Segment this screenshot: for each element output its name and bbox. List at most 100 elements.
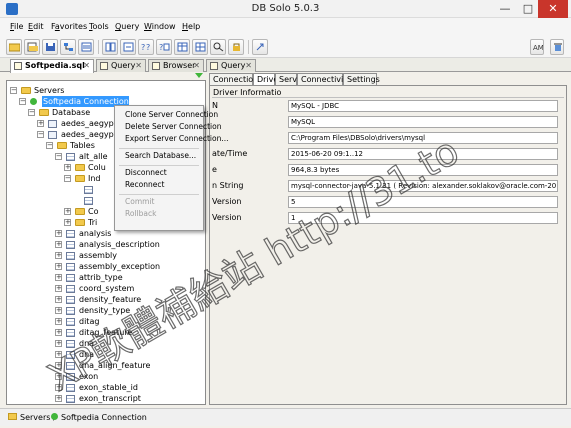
expand-icon[interactable]: + bbox=[55, 395, 62, 402]
close-tab-icon[interactable]: ✕ bbox=[193, 61, 200, 70]
database-icon bbox=[48, 131, 57, 139]
tree-table-node[interactable]: + exon_stable_id bbox=[7, 382, 205, 393]
close-tab-icon[interactable]: ✕ bbox=[135, 61, 142, 70]
query-icon[interactable]: ?? bbox=[138, 39, 154, 55]
context-menu-item[interactable]: Delete Server Connection bbox=[125, 122, 221, 131]
search-icon[interactable] bbox=[210, 39, 226, 55]
context-menu-item[interactable]: Clone Server Connection bbox=[125, 110, 218, 119]
expand-icon[interactable]: + bbox=[55, 340, 62, 347]
menu-favorites[interactable]: Favorites bbox=[51, 22, 87, 31]
trash-icon[interactable] bbox=[550, 39, 564, 55]
property-value[interactable]: 964,8.3 bytes bbox=[288, 164, 558, 176]
refresh-icon[interactable] bbox=[120, 39, 136, 55]
expand-icon[interactable]: + bbox=[55, 241, 62, 248]
tab-connectivity[interactable]: Connectivity bbox=[297, 73, 351, 85]
menu-file[interactable]: File bbox=[10, 22, 23, 31]
tree-table-node[interactable]: + attrib_type bbox=[7, 272, 205, 283]
menu-window[interactable]: Window bbox=[144, 22, 176, 31]
context-menu-item[interactable]: Disconnect bbox=[125, 168, 167, 177]
context-menu-item[interactable]: Search Database... bbox=[125, 151, 196, 160]
collapse-icon[interactable]: − bbox=[28, 109, 35, 116]
grid-icon[interactable] bbox=[192, 39, 208, 55]
open-folder-icon[interactable] bbox=[6, 39, 22, 55]
tab-label: Query bbox=[111, 61, 136, 70]
property-value[interactable]: C:\Program Files\DBSolo\drivers\mysql bbox=[288, 132, 558, 144]
tab-settings[interactable]: Settings bbox=[343, 73, 380, 85]
expand-icon[interactable]: + bbox=[64, 208, 71, 215]
expand-icon[interactable]: + bbox=[55, 384, 62, 391]
expand-icon[interactable]: + bbox=[55, 285, 62, 292]
table-icon[interactable] bbox=[174, 39, 190, 55]
expand-icon[interactable]: + bbox=[55, 373, 62, 380]
close-button[interactable]: ✕ bbox=[538, 0, 568, 18]
toolbar-right-icon[interactable]: AMX bbox=[530, 39, 544, 55]
tree-table-node[interactable]: + ditag_feature bbox=[7, 327, 205, 338]
expand-icon[interactable]: + bbox=[55, 263, 62, 270]
collapse-icon[interactable]: − bbox=[64, 175, 71, 182]
help-query-icon[interactable]: ? bbox=[156, 39, 172, 55]
tree-node[interactable]: − Servers bbox=[7, 85, 205, 96]
tree-table-node[interactable]: + assembly_exception bbox=[7, 261, 205, 272]
table-icon bbox=[66, 296, 75, 304]
menu-tools[interactable]: Tools bbox=[89, 22, 109, 31]
tree-table-node[interactable]: + exon bbox=[7, 371, 205, 382]
tab-driver[interactable]: Drive bbox=[253, 73, 278, 85]
export-icon[interactable] bbox=[252, 39, 268, 55]
tab-browser[interactable]: Browser ✕ bbox=[148, 59, 204, 72]
expand-icon[interactable]: + bbox=[55, 252, 62, 259]
context-menu-item[interactable]: Export Server Connection... bbox=[125, 134, 229, 143]
tree-table-node[interactable]: + exon_transcript bbox=[7, 393, 205, 404]
property-value[interactable]: mysql-connector-java-5.1.31 ( Revision: … bbox=[288, 180, 558, 192]
property-value[interactable]: 5 bbox=[288, 196, 558, 208]
status-connection[interactable]: Softpedia Connection bbox=[61, 413, 147, 422]
expand-icon[interactable]: + bbox=[55, 318, 62, 325]
tree-table-node[interactable]: + assembly bbox=[7, 250, 205, 261]
property-value[interactable]: MySQL - JDBC bbox=[288, 100, 558, 112]
tree-table-node[interactable]: + dna bbox=[7, 349, 205, 360]
context-menu-item[interactable]: Reconnect bbox=[125, 180, 164, 189]
tab-query[interactable]: Query ✕ bbox=[96, 59, 146, 72]
menu-query[interactable]: Query bbox=[115, 22, 139, 31]
schema-icon[interactable] bbox=[60, 39, 76, 55]
table-icon bbox=[84, 186, 93, 194]
property-value[interactable]: 2015-06-20 09:1..12 bbox=[288, 148, 558, 160]
close-tab-icon[interactable]: ✕ bbox=[83, 61, 90, 70]
expand-icon[interactable]: + bbox=[55, 274, 62, 281]
tree-table-node[interactable]: + dna bbox=[7, 338, 205, 349]
tree-table-node[interactable]: + coord_system bbox=[7, 283, 205, 294]
expand-icon[interactable]: + bbox=[64, 164, 71, 171]
property-value[interactable]: MySQL bbox=[288, 116, 558, 128]
expand-icon[interactable]: + bbox=[37, 120, 44, 127]
compare-icon[interactable] bbox=[102, 39, 118, 55]
tab-connection[interactable]: Connection bbox=[209, 73, 258, 85]
expand-icon[interactable]: + bbox=[55, 329, 62, 336]
tree-table-node[interactable]: + dna_align_feature bbox=[7, 360, 205, 371]
lock-icon[interactable] bbox=[228, 39, 244, 55]
expand-icon[interactable]: + bbox=[55, 296, 62, 303]
expand-icon[interactable]: + bbox=[55, 351, 62, 358]
save-icon[interactable] bbox=[42, 39, 58, 55]
tab-server[interactable]: Serve bbox=[275, 73, 302, 85]
collapse-panel-icon[interactable] bbox=[194, 72, 205, 80]
collapse-icon[interactable]: − bbox=[46, 142, 53, 149]
collapse-icon[interactable]: − bbox=[37, 131, 44, 138]
close-tab-icon[interactable]: ✕ bbox=[245, 61, 252, 70]
tab-query-2[interactable]: Query ✕ bbox=[206, 59, 256, 72]
collapse-icon[interactable]: − bbox=[10, 87, 17, 94]
collapse-icon[interactable]: − bbox=[55, 153, 62, 160]
tree-table-node[interactable]: + density_type bbox=[7, 305, 205, 316]
expand-icon[interactable]: + bbox=[55, 230, 62, 237]
expand-icon[interactable]: + bbox=[55, 362, 62, 369]
tree-table-node[interactable]: + density_feature bbox=[7, 294, 205, 305]
open-file-icon[interactable] bbox=[24, 39, 40, 55]
tree-table-node[interactable]: + analysis_description bbox=[7, 239, 205, 250]
db-icon[interactable] bbox=[78, 39, 94, 55]
tree-table-node[interactable]: + ditag bbox=[7, 316, 205, 327]
menu-edit[interactable]: Edit bbox=[28, 22, 44, 31]
tab-softpedia-sql[interactable]: Softpedia.sql ✕ bbox=[10, 59, 94, 73]
collapse-icon[interactable]: − bbox=[19, 98, 26, 105]
expand-icon[interactable]: + bbox=[64, 219, 71, 226]
menu-help[interactable]: Help bbox=[182, 22, 200, 31]
property-value[interactable]: 1 bbox=[288, 212, 558, 224]
expand-icon[interactable]: + bbox=[55, 307, 62, 314]
